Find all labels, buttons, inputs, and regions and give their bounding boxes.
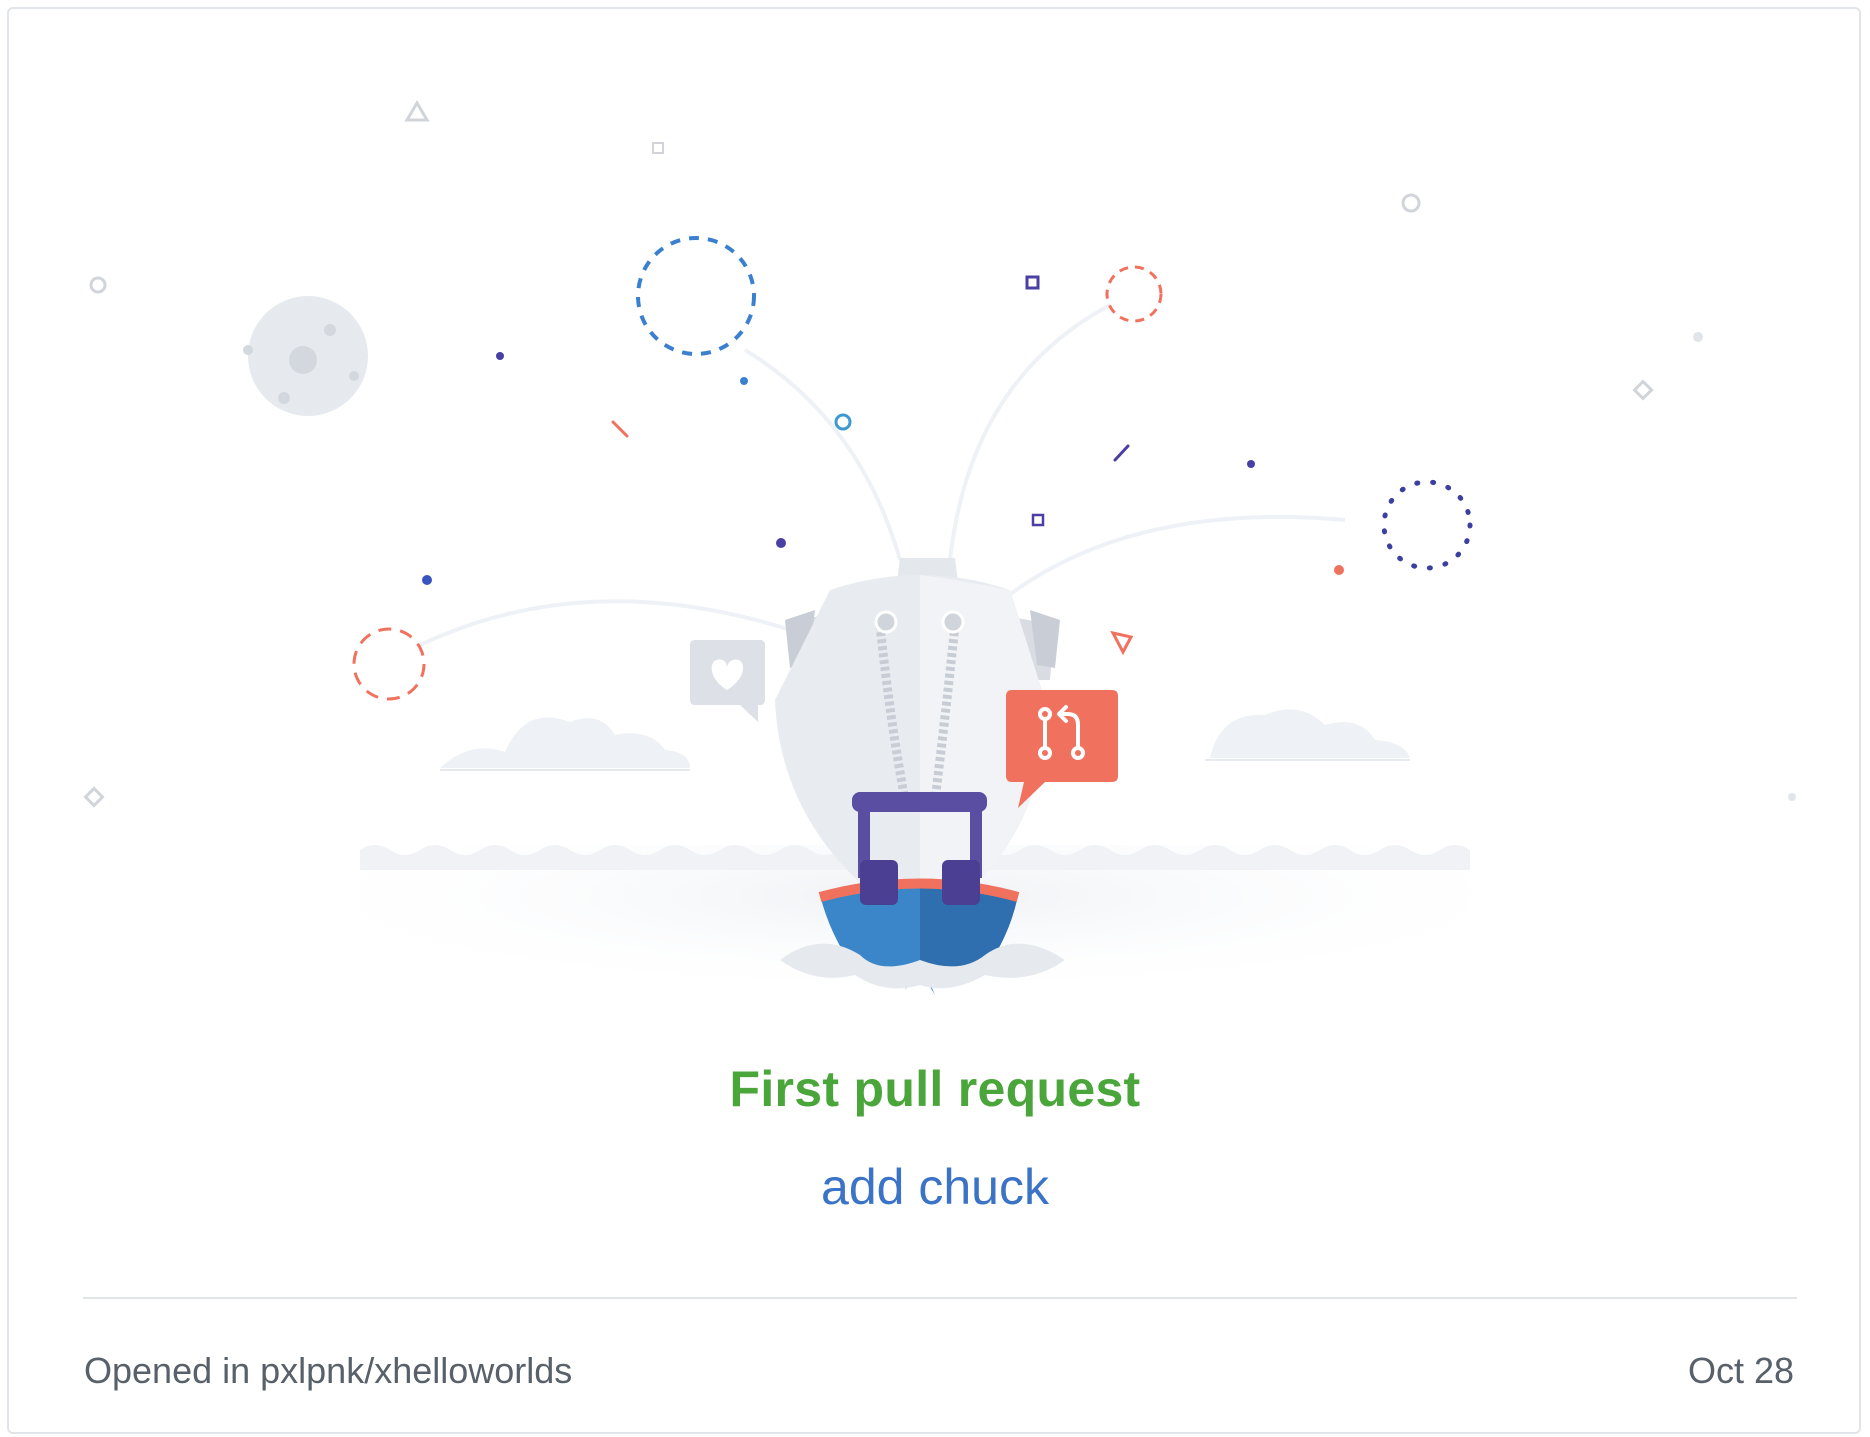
footer-divider [83,1297,1797,1299]
square-decoration-icon [652,142,664,154]
achievement-illustration [83,100,1796,1015]
diamond-decoration-icon [83,786,105,808]
opened-in-label: Opened in pxlpnk/xhelloworlds [84,1350,572,1392]
heart-speech-bubble-icon [690,640,765,722]
ring-decoration-icon [1401,193,1421,213]
opened-date: Oct 28 [1687,1350,1794,1391]
moon-icon [243,296,368,416]
dotted-circle-decoration-icon [1381,479,1473,571]
dashed-circle-decoration-icon [1105,265,1163,323]
dashed-circle-decoration-icon [352,627,426,701]
dashed-circle-decoration-icon [636,236,756,356]
diamond-decoration-icon [1632,379,1654,401]
ring-decoration-icon [89,276,107,294]
pull-request-speech-bubble-icon [1006,690,1118,808]
achievement-title: First pull request [729,1061,1141,1117]
pull-request-title-link[interactable]: add chuck [0,1158,1870,1216]
repository-link[interactable]: pxlpnk/xhelloworlds [260,1350,572,1391]
opened-prefix: Opened in [84,1350,261,1391]
triangle-decoration-icon [404,100,430,122]
